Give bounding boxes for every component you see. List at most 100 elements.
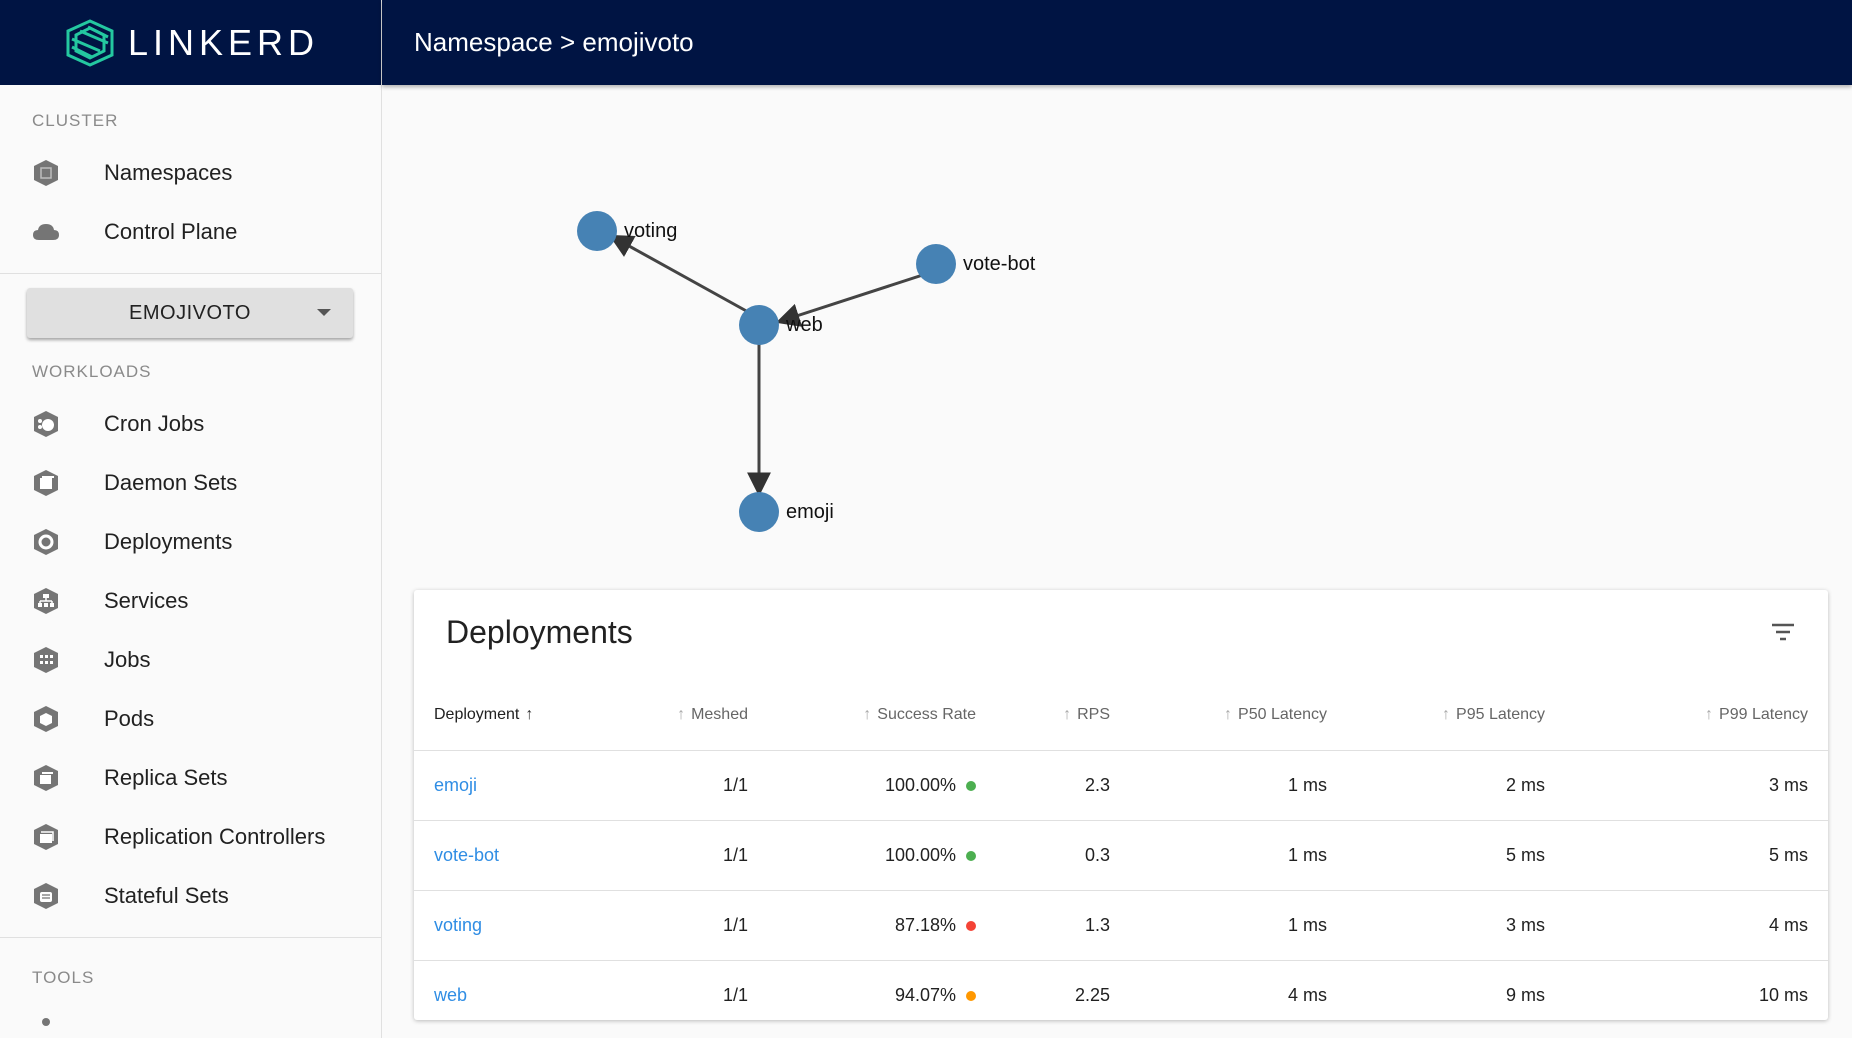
sidebar-item-services[interactable]: Services [0, 571, 381, 630]
tools-section-label: TOOLS [32, 968, 95, 987]
sidebar-item-control-plane[interactable]: Control Plane [0, 202, 381, 261]
sidebar-item-daemon-sets[interactable]: Daemon Sets [0, 453, 381, 512]
column-header-success-rate[interactable]: ↑ Success Rate [768, 680, 996, 750]
sort-arrow-icon: ↑ [1442, 705, 1451, 723]
status-dot [966, 780, 976, 791]
column-header-p95-latency[interactable]: ↑ P95 Latency [1347, 680, 1565, 750]
p99-cell: 3 ms [1565, 749, 1828, 820]
p95-cell: 2 ms [1347, 749, 1565, 820]
deployment-link[interactable]: voting [434, 915, 482, 935]
graph-node-vote-bot[interactable] [916, 244, 956, 284]
graph-node-web[interactable] [739, 305, 779, 345]
sort-arrow-icon: ↑ [525, 705, 534, 723]
sort-arrow-icon: ↑ [677, 705, 686, 723]
column-header-meshed[interactable]: ↑ Meshed [604, 680, 768, 750]
success-rate-cell: 87.18% [768, 889, 996, 960]
graph-label-vote-bot: vote-bot [963, 253, 1036, 275]
sidebar-item-tools-partial[interactable] [0, 1006, 381, 1026]
namespace-icon [30, 157, 62, 189]
graph-edge-web-voting [608, 234, 760, 320]
linkerd-logo-icon[interactable] [62, 17, 118, 69]
namespace-select[interactable]: EMOJIVOTO [27, 288, 353, 338]
graph-label-voting: voting [624, 220, 677, 242]
table-row: vote-bot 1/1 100.00% 0.3 1 ms 5 ms 5 ms [414, 819, 1828, 890]
sidebar-item-label: Replication Controllers [104, 823, 326, 849]
daemonset-icon [30, 467, 62, 499]
cronjob-icon [30, 408, 62, 440]
p50-cell: 4 ms [1130, 959, 1347, 1020]
sort-arrow-icon: ↑ [863, 705, 872, 723]
deployments-table: Deployment ↑ ↑ Meshed ↑ Success Rate ↑ RPS ↑… [414, 680, 1828, 1020]
chevron-down-icon [317, 309, 331, 316]
job-icon [30, 644, 62, 676]
sidebar-divider [0, 273, 381, 274]
sidebar: LINKERD CLUSTER Namespaces Control Plane… [0, 0, 382, 1038]
logo-bar: LINKERD [0, 0, 381, 85]
table-header-row: Deployment ↑ ↑ Meshed ↑ Success Rate ↑ RPS ↑… [414, 680, 1828, 750]
column-header-p50-latency[interactable]: ↑ P50 Latency [1130, 680, 1347, 750]
graph-node-voting[interactable] [577, 211, 617, 251]
rps-cell: 2.25 [996, 959, 1130, 1020]
breadcrumb: Namespace > emojivoto [414, 27, 694, 57]
sidebar-item-label: Services [104, 587, 189, 613]
deployment-link[interactable]: web [434, 985, 467, 1005]
sidebar-item-label: Cron Jobs [104, 410, 205, 436]
p50-cell: 1 ms [1130, 889, 1347, 960]
statefulset-icon [30, 880, 62, 912]
deployment-icon [30, 526, 62, 558]
p99-cell: 4 ms [1565, 889, 1828, 960]
p99-cell: 5 ms [1565, 819, 1828, 890]
p99-cell: 10 ms [1565, 959, 1828, 1020]
service-icon [30, 585, 62, 617]
p95-cell: 3 ms [1347, 889, 1565, 960]
tool-icon [30, 1006, 62, 1026]
workloads-section-label: WORKLOADS [32, 362, 152, 381]
sidebar-item-replication-controllers[interactable]: Replication Controllers [0, 807, 381, 866]
column-header-rps[interactable]: ↑ RPS [996, 680, 1130, 750]
sidebar-item-cron-jobs[interactable]: Cron Jobs [0, 394, 381, 453]
rps-cell: 0.3 [996, 819, 1130, 890]
graph-label-web: web [785, 314, 823, 336]
cloud-icon [30, 216, 62, 248]
card-title: Deployments [446, 614, 633, 650]
sort-arrow-icon: ↑ [1224, 705, 1233, 723]
sidebar-item-jobs[interactable]: Jobs [0, 630, 381, 689]
p95-cell: 9 ms [1347, 959, 1565, 1020]
sidebar-item-stateful-sets[interactable]: Stateful Sets [0, 866, 381, 925]
p95-cell: 5 ms [1347, 819, 1565, 890]
column-header-deployment[interactable]: Deployment ↑ [414, 680, 604, 750]
sidebar-item-label: Stateful Sets [104, 882, 229, 908]
graph-node-emoji[interactable] [739, 492, 779, 532]
sidebar-item-replica-sets[interactable]: Replica Sets [0, 748, 381, 807]
meshed-cell: 1/1 [604, 749, 768, 820]
meshed-cell: 1/1 [604, 959, 768, 1020]
table-row: emoji 1/1 100.00% 2.3 1 ms 2 ms 3 ms [414, 749, 1828, 820]
sidebar-item-label: Pods [104, 705, 155, 731]
column-header-p99-latency[interactable]: ↑ P99 Latency [1565, 680, 1828, 750]
filter-icon[interactable] [1768, 620, 1798, 644]
success-rate-cell: 94.07% [768, 959, 996, 1020]
cluster-section-label: CLUSTER [32, 111, 119, 130]
meshed-cell: 1/1 [604, 889, 768, 960]
top-bar: Namespace > emojivoto [382, 0, 1852, 85]
sidebar-item-deployments[interactable]: Deployments [0, 512, 381, 571]
pod-icon [30, 703, 62, 735]
rps-cell: 2.3 [996, 749, 1130, 820]
deployment-link[interactable]: emoji [434, 775, 477, 795]
status-dot [966, 850, 976, 861]
status-dot [966, 991, 976, 1001]
topology-graph: voting vote-bot web emoji [577, 211, 1036, 532]
sort-arrow-icon: ↑ [1063, 705, 1072, 723]
success-rate-cell: 100.00% [768, 819, 996, 890]
status-dot [966, 920, 976, 931]
deployment-link[interactable]: vote-bot [434, 845, 499, 865]
sidebar-item-label: Jobs [104, 646, 151, 672]
brand-name: LINKERD [127, 21, 320, 63]
sidebar-item-label: Deployments [104, 528, 233, 554]
table-row: voting 1/1 87.18% 1.3 1 ms 3 ms 4 ms [414, 889, 1828, 960]
sidebar-item-label: Replica Sets [104, 764, 228, 790]
sidebar-item-namespaces[interactable]: Namespaces [0, 143, 381, 202]
namespace-select-value: EMOJIVOTO [129, 301, 251, 324]
success-rate-cell: 100.00% [768, 749, 996, 820]
sidebar-item-pods[interactable]: Pods [0, 689, 381, 748]
